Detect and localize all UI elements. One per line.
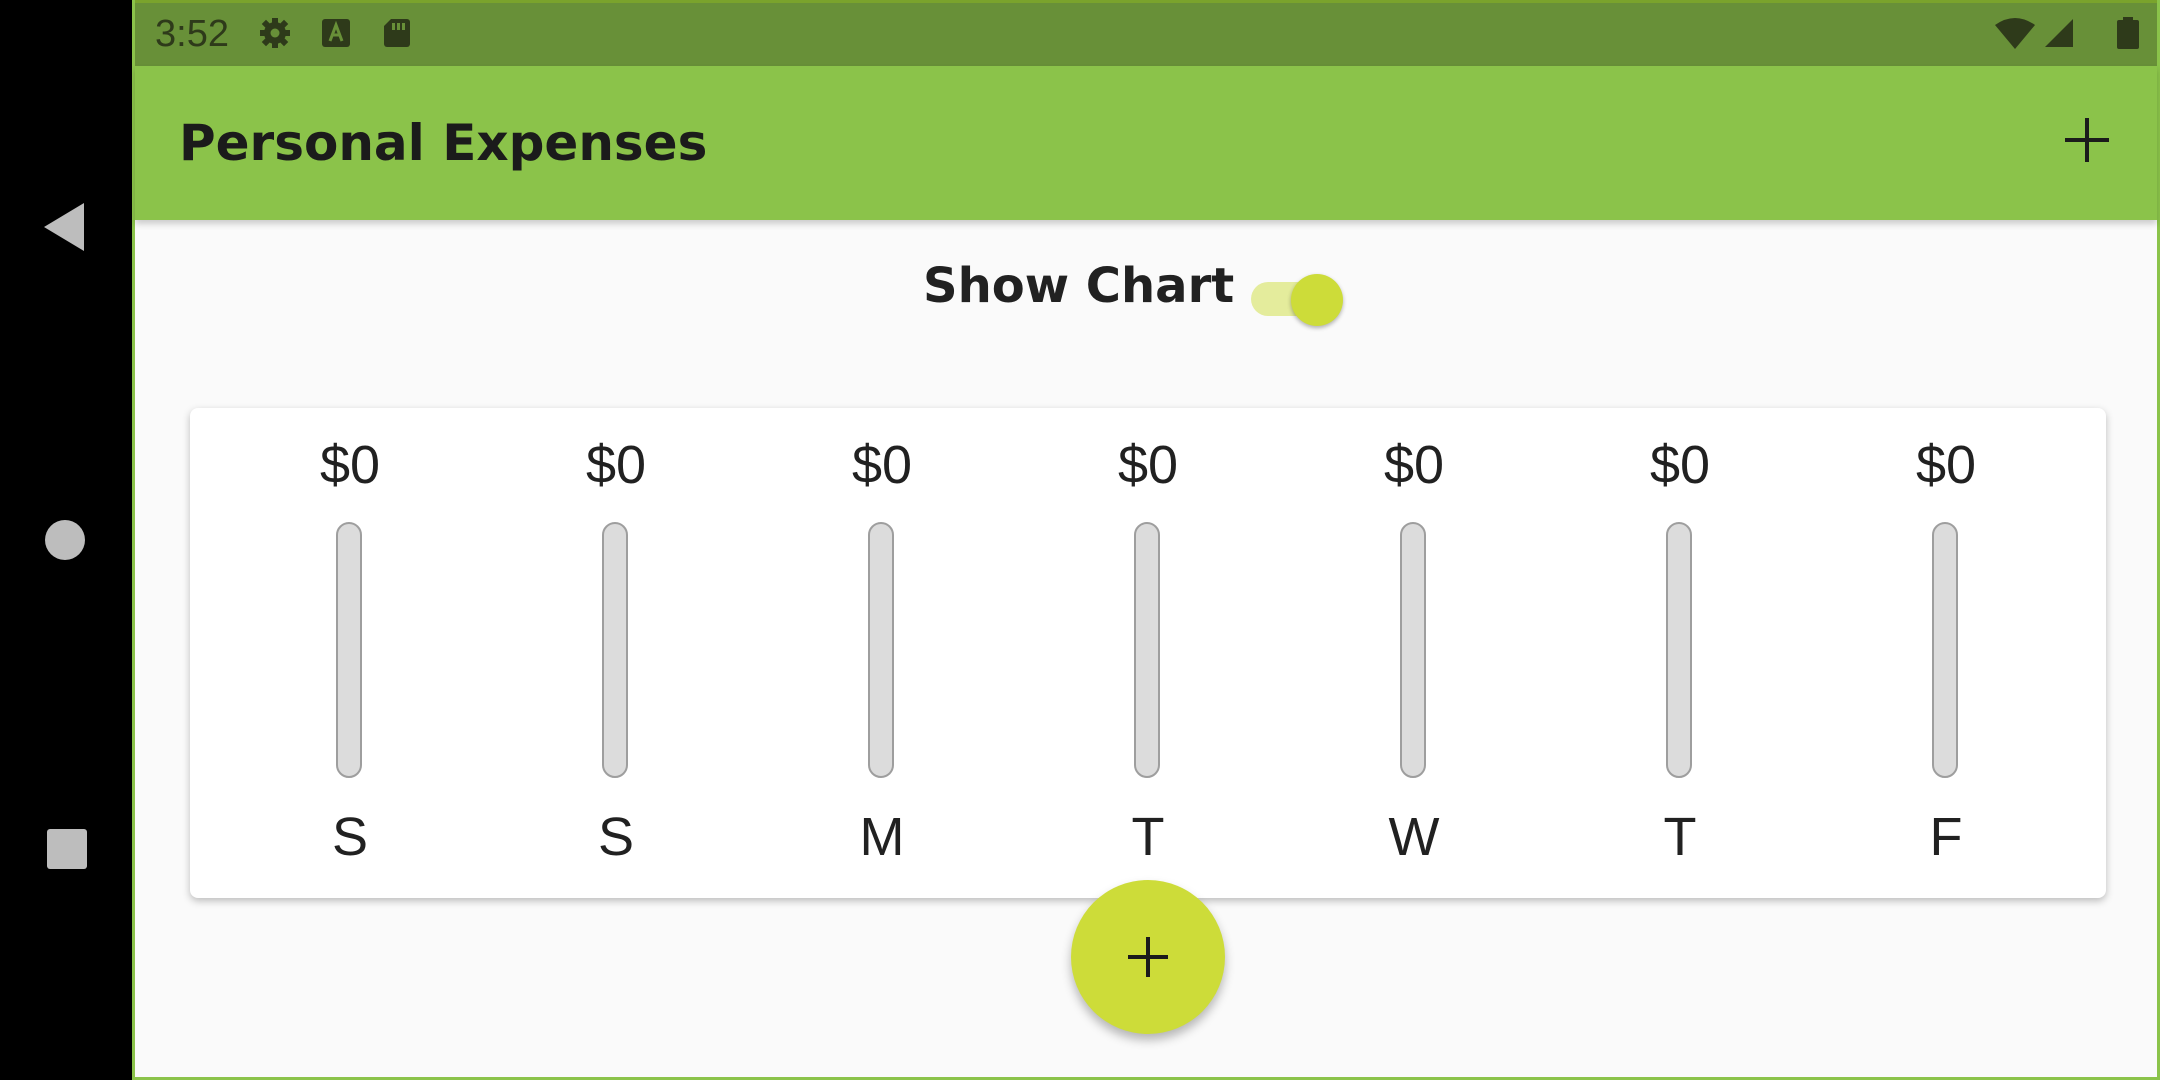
keyboard-a-icon (322, 19, 350, 47)
sd-card-icon (384, 19, 410, 47)
bar-day-label: S (331, 807, 369, 867)
bar-amount-label: $0 (1649, 435, 1711, 495)
show-chart-row: Show Chart (135, 250, 2157, 326)
toggle-thumb (1291, 274, 1343, 326)
bar-track (602, 522, 628, 778)
add-transaction-fab[interactable] (1071, 880, 1225, 1034)
add-icon[interactable] (2057, 110, 2117, 170)
recents-icon[interactable] (47, 829, 87, 869)
bar-day-label: S (597, 807, 635, 867)
show-chart-toggle[interactable] (1245, 268, 1343, 326)
bar-amount-label: $0 (585, 435, 647, 495)
status-bar: 3:52 (135, 0, 2157, 66)
bar-amount-label: $0 (319, 435, 381, 495)
bar-amount-label: $0 (851, 435, 913, 495)
bar-track (1666, 522, 1692, 778)
bar-track (868, 522, 894, 778)
show-chart-label: Show Chart (923, 258, 1235, 314)
bar-track (1400, 522, 1426, 778)
cell-signal-icon (2045, 19, 2073, 47)
chart-column: $0 S (526, 408, 706, 898)
chart-column: $0 S (260, 408, 440, 898)
bar-amount-label: $0 (1117, 435, 1179, 495)
battery-icon (2117, 17, 2139, 49)
gear-icon (260, 18, 290, 48)
status-time: 3:52 (155, 13, 229, 55)
system-nav-bar (0, 0, 132, 1080)
chart-column: $0 F (1856, 408, 2036, 898)
back-icon[interactable] (44, 203, 84, 251)
bar-track (336, 522, 362, 778)
chart-column: $0 T (1058, 408, 1238, 898)
bar-track (1134, 522, 1160, 778)
bar-amount-label: $0 (1915, 435, 1977, 495)
bar-day-label: T (1663, 807, 1697, 867)
bar-amount-label: $0 (1383, 435, 1445, 495)
bar-day-label: M (859, 807, 905, 867)
home-icon[interactable] (45, 520, 85, 560)
bar-day-label: W (1388, 807, 1440, 867)
app-title: Personal Expenses (179, 114, 708, 172)
bar-day-label: T (1131, 807, 1165, 867)
chart-column: $0 M (792, 408, 972, 898)
bar-track (1932, 522, 1958, 778)
app-bar: Personal Expenses (135, 66, 2157, 220)
weekly-chart: $0 S $0 S $0 M $0 T $0 W $0 T $0 F (190, 408, 2106, 898)
wifi-icon (1995, 18, 2035, 49)
chart-column: $0 T (1590, 408, 1770, 898)
app-screen: 3:52 Personal Expenses Show Chart $0 S $… (132, 0, 2160, 1080)
chart-column: $0 W (1324, 408, 1504, 898)
bar-day-label: F (1929, 807, 1963, 867)
